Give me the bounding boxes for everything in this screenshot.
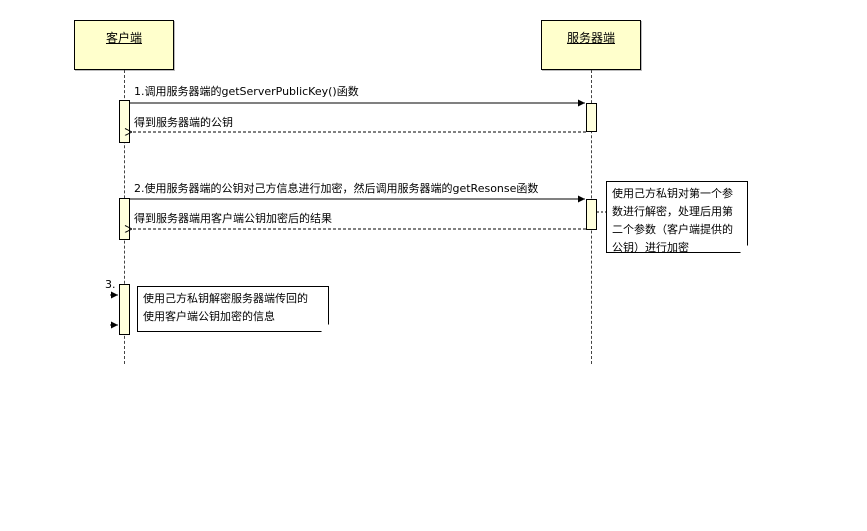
note-client-line-1: 使用己方私钥解密服务器端传回的 [143,292,308,305]
note-server-line-2: 数进行解密，处理后用第 [612,205,733,218]
reply-1-label: 得到服务器端的公钥 [134,116,233,129]
note-client-line-2: 使用客户端公钥加密的信息 [143,310,275,323]
message-3-label: 3. [105,278,116,291]
note-server-line-3: 二个参数（客户端提供的 [612,223,733,236]
message-2-label: 2.使用服务器端的公钥对己方信息进行加密，然后调用服务器端的getResonse… [134,182,539,195]
reply-2-label: 得到服务器端用客户端公钥加密后的结果 [134,212,332,225]
note-server-line-1: 使用己方私钥对第一个参 [612,187,733,200]
message-1-label: 1.调用服务器端的getServerPublicKey()函数 [134,85,359,98]
note-client[interactable]: 使用己方私钥解密服务器端传回的 使用客户端公钥加密的信息 [137,286,329,332]
message-arrows [110,99,606,329]
note-server[interactable]: 使用己方私钥对第一个参 数进行解密，处理后用第 二个参数（客户端提供的 公钥）进… [606,181,748,253]
